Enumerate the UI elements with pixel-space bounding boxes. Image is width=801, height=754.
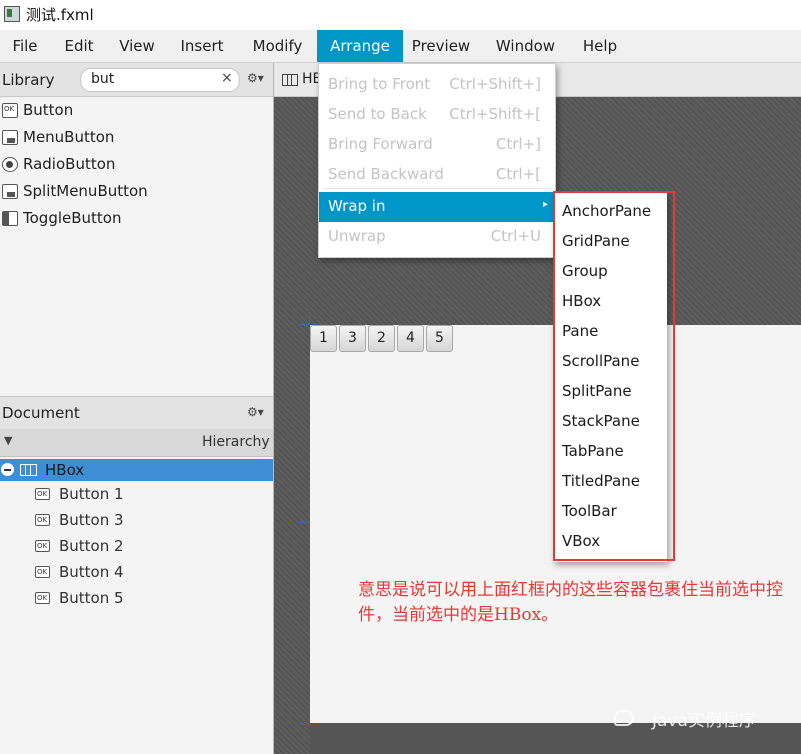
- menu-file[interactable]: File: [0, 30, 50, 62]
- library-item-label: ToggleButton: [23, 209, 122, 227]
- annotation-text: 意思是说可以用上面红框内的这些容器包裹住当前选中控件，当前选中的是HBox。: [358, 580, 783, 625]
- menu-arrange[interactable]: Arrange: [317, 30, 403, 62]
- submenu-arrow-icon: ▸: [542, 199, 548, 210]
- tree-item-label: Button 1: [59, 485, 124, 503]
- menu-item-shortcut: Ctrl+U: [490, 227, 541, 245]
- selection-handle[interactable]: [300, 723, 309, 724]
- clear-icon[interactable]: ×: [221, 70, 233, 86]
- menu-item-label: Bring Forward: [328, 135, 433, 153]
- red-highlight-box: [553, 191, 675, 561]
- menu-item-send-to-back[interactable]: Send to Back Ctrl+Shift+[: [319, 100, 555, 130]
- title-bar: 测试.fxml: [0, 0, 801, 30]
- menu-item-label: Bring to Front: [328, 75, 431, 93]
- collapse-icon[interactable]: [1, 463, 14, 476]
- library-item-label: RadioButton: [23, 155, 116, 173]
- menu-item-shortcut: Ctrl+[: [495, 165, 541, 183]
- ok-button-icon: [2, 103, 18, 118]
- stage-button-1[interactable]: 1: [310, 325, 337, 352]
- tree-item-button-2[interactable]: Button 2: [0, 533, 273, 559]
- library-item-label: MenuButton: [23, 128, 115, 146]
- library-item-button[interactable]: Button: [0, 97, 270, 124]
- hbox-icon: [20, 464, 37, 476]
- tree-item-label: HBox: [45, 461, 85, 479]
- library-item-label: Button: [23, 101, 74, 119]
- menu-button-icon: [2, 130, 18, 145]
- menu-item-bring-forward[interactable]: Bring Forward Ctrl+]: [319, 130, 555, 160]
- menu-item-wrap-in[interactable]: Wrap in ▸: [319, 192, 555, 222]
- menu-item-shortcut: Ctrl+]: [495, 135, 541, 153]
- collapse-arrow-icon[interactable]: ▼: [4, 434, 12, 447]
- library-header: Library but × ⚙▾: [0, 63, 273, 97]
- menu-edit[interactable]: Edit: [50, 30, 108, 62]
- ok-button-icon: [35, 488, 50, 500]
- menu-item-label: Unwrap: [328, 227, 386, 245]
- menu-item-label: Wrap in: [328, 197, 386, 215]
- menu-item-unwrap[interactable]: Unwrap Ctrl+U: [319, 222, 555, 252]
- tree-item-button-4[interactable]: Button 4: [0, 559, 273, 585]
- library-search-input[interactable]: but ×: [80, 68, 240, 92]
- tree-item-label: Button 5: [59, 589, 124, 607]
- stage-button-3[interactable]: 3: [339, 325, 366, 352]
- ok-button-icon: [35, 592, 50, 604]
- menu-help[interactable]: Help: [572, 30, 628, 62]
- tree-item-label: Button 3: [59, 511, 124, 529]
- document-header: Document ⚙▾: [0, 396, 273, 430]
- wechat-icon: [614, 710, 634, 726]
- selection-handle[interactable]: [309, 316, 310, 325]
- menu-item-bring-to-front[interactable]: Bring to Front Ctrl+Shift+]: [319, 70, 555, 100]
- menu-view[interactable]: View: [108, 30, 166, 62]
- toggle-icon: [2, 211, 18, 226]
- tree-item-button-5[interactable]: Button 5: [0, 585, 273, 611]
- ok-button-icon: [35, 514, 50, 526]
- menu-window[interactable]: Window: [479, 30, 572, 62]
- library-search-value: but: [91, 71, 115, 87]
- arrange-menu: Bring to Front Ctrl+Shift+] Send to Back…: [318, 63, 556, 258]
- radio-icon: [2, 157, 18, 172]
- document-gear-icon[interactable]: ⚙▾: [247, 405, 264, 419]
- menu-item-label: Send to Back: [328, 105, 427, 123]
- library-item-label: SplitMenuButton: [23, 182, 148, 200]
- watermark: Java实例程序: [652, 711, 756, 731]
- menu-insert[interactable]: Insert: [166, 30, 238, 62]
- menu-modify[interactable]: Modify: [238, 30, 317, 62]
- window-title: 测试.fxml: [26, 6, 94, 24]
- ok-button-icon: [35, 566, 50, 578]
- hierarchy-title: Hierarchy: [202, 434, 270, 450]
- hbox-icon: [282, 74, 298, 86]
- left-panel: Library but × ⚙▾ Button MenuButton Radio…: [0, 63, 274, 754]
- tree-item-button-3[interactable]: Button 3: [0, 507, 273, 533]
- tree-item-label: Button 2: [59, 537, 124, 555]
- split-menu-button-icon: [2, 184, 18, 199]
- menu-item-label: Send Backward: [328, 165, 444, 183]
- selection-handle[interactable]: [300, 324, 309, 325]
- menu-bar: File Edit View Insert Modify Arrange Pre…: [0, 30, 801, 63]
- hierarchy-header[interactable]: ▼ Hierarchy: [0, 429, 273, 457]
- library-gear-icon[interactable]: ⚙▾: [247, 71, 264, 85]
- app-icon: [4, 6, 20, 22]
- library-item-togglebutton[interactable]: ToggleButton: [0, 205, 270, 232]
- tree-item-hbox[interactable]: HBox: [0, 459, 273, 481]
- library-item-radiobutton[interactable]: RadioButton: [0, 151, 270, 178]
- selection-handle[interactable]: [300, 522, 309, 523]
- stage-button-4[interactable]: 4: [397, 325, 424, 352]
- menu-preview[interactable]: Preview: [403, 30, 479, 62]
- menu-item-send-backward[interactable]: Send Backward Ctrl+[: [319, 160, 555, 190]
- menu-separator: [323, 188, 551, 189]
- menu-item-shortcut: Ctrl+Shift+]: [449, 75, 541, 93]
- menu-item-shortcut: Ctrl+Shift+[: [449, 105, 541, 123]
- tree-item-label: Button 4: [59, 563, 124, 581]
- stage-button-2[interactable]: 2: [368, 325, 395, 352]
- library-title: Library: [2, 71, 55, 89]
- document-title: Document: [2, 404, 80, 422]
- library-item-menubutton[interactable]: MenuButton: [0, 124, 270, 151]
- tree-item-button-1[interactable]: Button 1: [0, 481, 273, 507]
- library-item-splitmenubutton[interactable]: SplitMenuButton: [0, 178, 270, 205]
- stage-button-5[interactable]: 5: [426, 325, 453, 352]
- ok-button-icon: [35, 540, 50, 552]
